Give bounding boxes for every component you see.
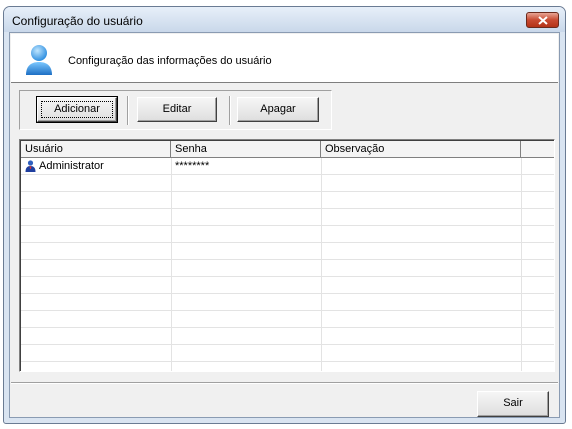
empty-row [21,226,554,243]
user-table[interactable]: Usuário Senha Observação Administrator *… [19,139,555,372]
user-config-window: Configuração do usuário Configuração das… [3,6,566,424]
user-admin-icon [25,160,36,172]
column-header-filler [521,141,554,158]
close-icon [538,16,548,25]
window-title: Configuração do usuário [12,14,143,28]
toolbar-separator [127,96,129,125]
column-header-user[interactable]: Usuário [21,141,171,158]
cell-user: Administrator [39,160,104,172]
exit-button[interactable]: Sair [477,391,549,417]
header-panel: Configuração das informações do usuário [11,34,558,83]
delete-button-label: Apagar [260,103,296,115]
empty-row [21,277,554,294]
dialog-client-area: Configuração das informações do usuário … [9,32,560,418]
empty-row [21,192,554,209]
title-bar[interactable]: Configuração do usuário [4,7,565,32]
empty-row [21,209,554,226]
toolbar-separator [229,96,231,125]
add-button-label: Adicionar [54,103,100,115]
add-button[interactable]: Adicionar [36,96,118,123]
empty-row [21,345,554,362]
edit-button[interactable]: Editar [137,97,217,122]
edit-button-label: Editar [162,103,192,115]
exit-button-label: Sair [503,397,523,409]
column-header-note[interactable]: Observação [321,141,521,158]
empty-row [21,328,554,345]
empty-row [21,243,554,260]
user-icon [26,45,52,75]
empty-row [21,311,554,328]
empty-row [21,260,554,277]
delete-button[interactable]: Apagar [237,97,319,122]
cell-password: ******** [175,160,210,172]
header-description: Configuração das informações do usuário [68,55,272,67]
footer-separator [11,382,558,384]
empty-row [21,175,554,192]
close-button[interactable] [526,12,559,28]
action-toolbar: Adicionar Editar Apagar [19,90,332,130]
empty-row [21,294,554,311]
table-row[interactable]: Administrator ******** [21,158,554,175]
column-header-password[interactable]: Senha [171,141,321,158]
